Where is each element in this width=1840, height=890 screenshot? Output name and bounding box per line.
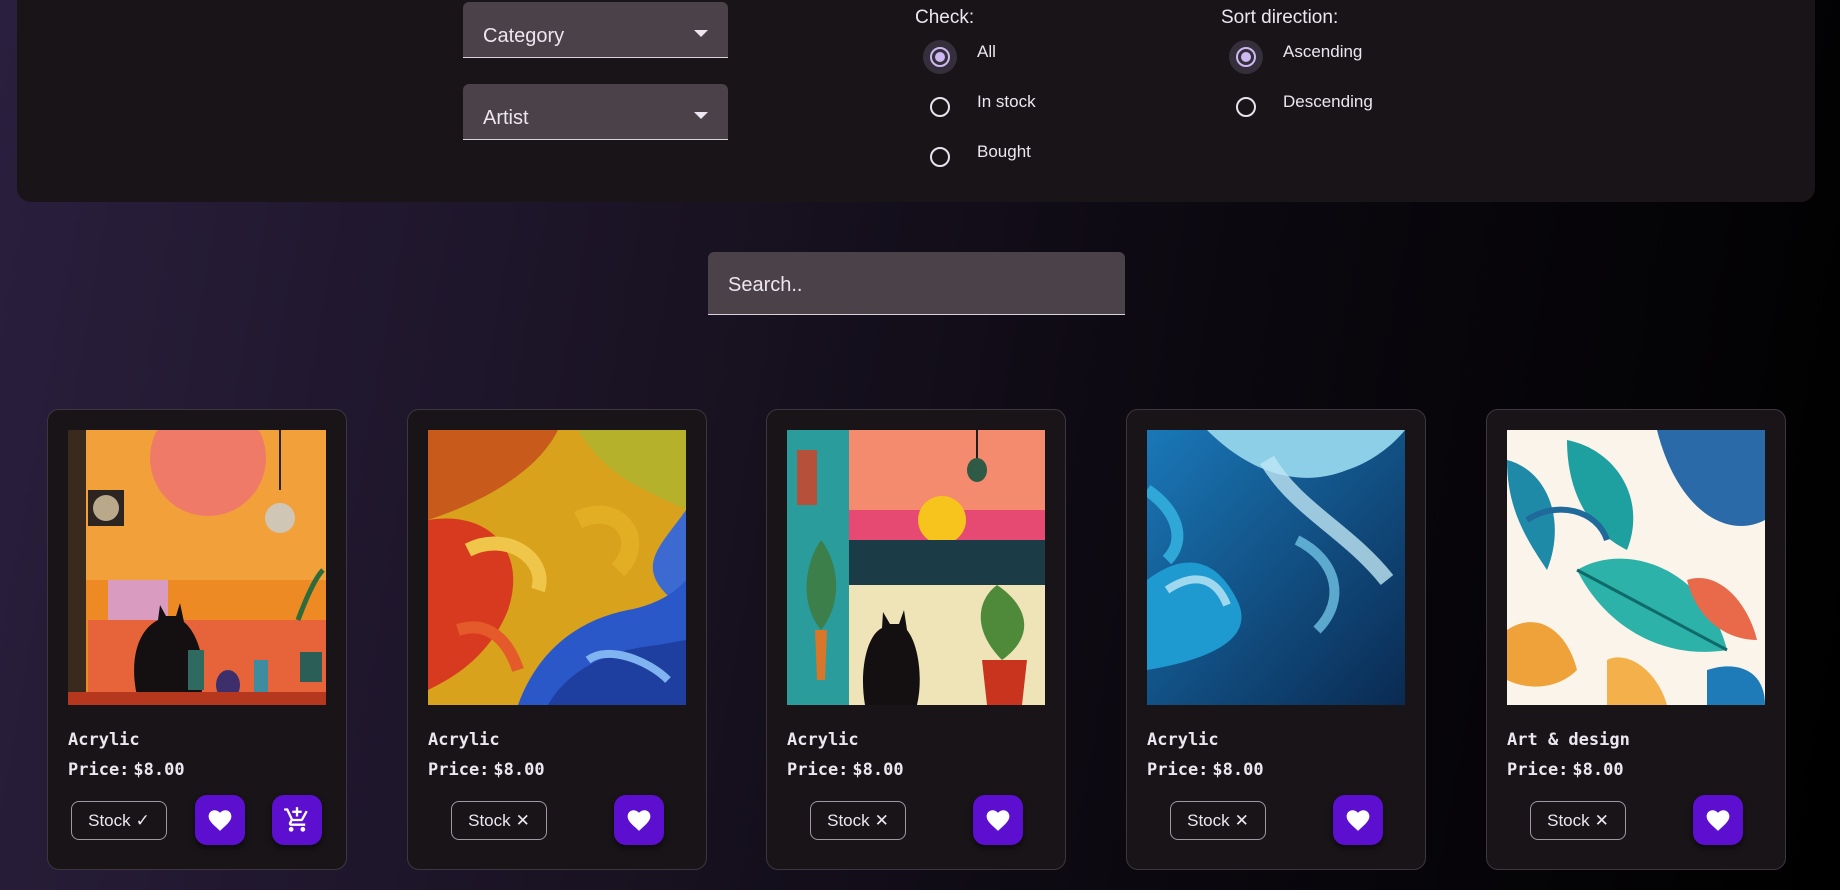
favorite-button[interactable] bbox=[195, 795, 245, 845]
stock-chip[interactable]: Stock ✓ bbox=[71, 801, 167, 840]
search-field[interactable] bbox=[708, 252, 1125, 315]
close-icon: ✕ bbox=[874, 810, 889, 830]
artist-select[interactable]: Artist bbox=[463, 84, 728, 140]
radio-circle[interactable] bbox=[930, 97, 950, 117]
price-label: Price: bbox=[68, 760, 130, 780]
close-icon: ✕ bbox=[515, 810, 530, 830]
radio-circle[interactable] bbox=[930, 147, 950, 167]
heart-icon bbox=[986, 810, 1010, 831]
product-price: Price: $8.00 bbox=[68, 760, 185, 780]
favorite-button[interactable] bbox=[614, 795, 664, 845]
heart-icon bbox=[627, 810, 651, 831]
radio-label: Ascending bbox=[1283, 42, 1363, 61]
artwork-image[interactable] bbox=[428, 430, 686, 705]
product-category: Acrylic bbox=[1147, 730, 1219, 750]
product-category: Acrylic bbox=[428, 730, 500, 750]
artwork-image[interactable] bbox=[787, 430, 1045, 705]
radio-circle[interactable] bbox=[1229, 40, 1263, 74]
product-price: Price: $8.00 bbox=[428, 760, 545, 780]
category-select[interactable]: Category bbox=[463, 2, 728, 58]
stock-label: Stock bbox=[468, 810, 511, 830]
price-label: Price: bbox=[1507, 760, 1569, 780]
product-card: Acrylic Price: $8.00 Stock ✕ bbox=[407, 409, 707, 870]
stock-label: Stock bbox=[88, 810, 131, 830]
close-icon: ✕ bbox=[1234, 810, 1249, 830]
price-value: $8.00 bbox=[1572, 760, 1624, 780]
radio-label: Descending bbox=[1283, 92, 1373, 111]
artwork-image[interactable] bbox=[1147, 430, 1405, 705]
product-category: Art & design bbox=[1507, 730, 1630, 750]
artist-select-label: Artist bbox=[483, 107, 529, 129]
close-icon: ✕ bbox=[1594, 810, 1609, 830]
favorite-button[interactable] bbox=[1333, 795, 1383, 845]
product-price: Price: $8.00 bbox=[1507, 760, 1624, 780]
artwork-image[interactable] bbox=[68, 430, 326, 705]
artwork-tropical-leaves bbox=[1507, 430, 1765, 705]
price-value: $8.00 bbox=[493, 760, 545, 780]
heart-icon bbox=[208, 810, 232, 831]
stock-chip[interactable]: Stock ✕ bbox=[451, 801, 547, 840]
dropdown-arrow-icon bbox=[694, 30, 708, 37]
product-card: Acrylic Price: $8.00 Stock ✓ bbox=[47, 409, 347, 870]
artwork-cat-collage bbox=[68, 430, 326, 705]
search-input[interactable] bbox=[708, 252, 1125, 314]
radio-label: All bbox=[977, 42, 996, 61]
product-price: Price: $8.00 bbox=[1147, 760, 1264, 780]
heart-icon bbox=[1706, 810, 1730, 831]
favorite-button[interactable] bbox=[973, 795, 1023, 845]
filter-panel bbox=[17, 0, 1815, 202]
price-value: $8.00 bbox=[133, 760, 185, 780]
category-select-label: Category bbox=[483, 25, 565, 47]
check-group-title: Check: bbox=[915, 7, 975, 28]
radio-label: In stock bbox=[977, 92, 1036, 111]
product-category: Acrylic bbox=[787, 730, 859, 750]
price-label: Price: bbox=[428, 760, 490, 780]
stock-label: Stock bbox=[827, 810, 870, 830]
sort-group-title: Sort direction: bbox=[1221, 7, 1339, 28]
product-card: Acrylic Price: $8.00 Stock ✕ bbox=[766, 409, 1066, 870]
product-card: Acrylic Price: $8.00 Stock ✕ bbox=[1126, 409, 1426, 870]
radio-label: Bought bbox=[977, 142, 1031, 161]
stock-label: Stock bbox=[1187, 810, 1230, 830]
price-label: Price: bbox=[787, 760, 849, 780]
price-label: Price: bbox=[1147, 760, 1209, 780]
radio-circle[interactable] bbox=[1236, 97, 1256, 117]
price-value: $8.00 bbox=[852, 760, 904, 780]
stock-chip[interactable]: Stock ✕ bbox=[1530, 801, 1626, 840]
artwork-cat-sunset bbox=[787, 430, 1045, 705]
heart-icon bbox=[1346, 810, 1370, 831]
artwork-blue-ocean bbox=[1147, 430, 1405, 705]
add-to-cart-button[interactable] bbox=[272, 795, 322, 845]
product-card: Art & design Price: $8.00 Stock ✕ bbox=[1486, 409, 1786, 870]
artwork-image[interactable] bbox=[1507, 430, 1765, 705]
product-price: Price: $8.00 bbox=[787, 760, 904, 780]
stock-chip[interactable]: Stock ✕ bbox=[810, 801, 906, 840]
add-to-cart-icon bbox=[284, 807, 308, 832]
stock-chip[interactable]: Stock ✕ bbox=[1170, 801, 1266, 840]
dropdown-arrow-icon bbox=[694, 112, 708, 119]
stock-label: Stock bbox=[1547, 810, 1590, 830]
price-value: $8.00 bbox=[1212, 760, 1264, 780]
favorite-button[interactable] bbox=[1693, 795, 1743, 845]
checkmark-icon: ✓ bbox=[135, 810, 150, 830]
artwork-swirled-paint bbox=[428, 430, 686, 705]
radio-circle[interactable] bbox=[923, 40, 957, 74]
product-category: Acrylic bbox=[68, 730, 140, 750]
